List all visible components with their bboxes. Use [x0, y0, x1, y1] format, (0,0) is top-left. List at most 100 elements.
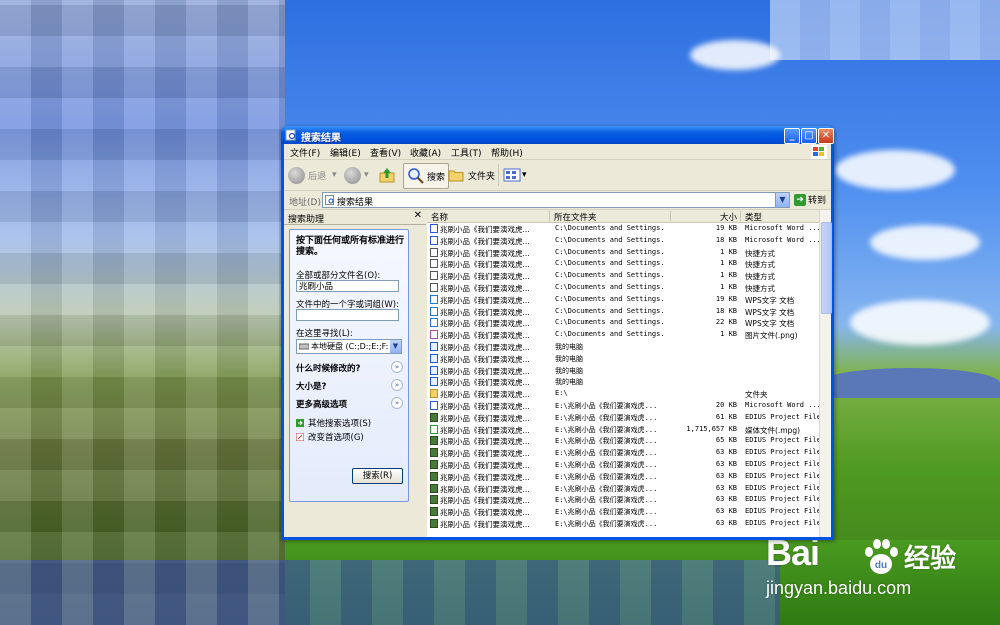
table-row[interactable]: 兆刷小品《我们要演戏虎... E:\兆刷小品《我们要演戏虎... 63 KB EDIU… [427, 483, 819, 495]
file-type: EDIUS Project File [745, 483, 819, 492]
table-row[interactable]: 兆刷小品《我们要演戏虎... C:\Documents and Settings.… [427, 329, 819, 341]
folders-label: 文件夹 [468, 171, 496, 182]
file-type: 快捷方式 [745, 283, 775, 293]
baidu-paw-logo-icon: du [865, 539, 898, 574]
menu-favorites[interactable]: 收藏(A) [410, 146, 441, 159]
column-header-size[interactable]: 大小 [671, 211, 741, 223]
when-modified-section[interactable]: 什么时候修改的? [296, 362, 360, 374]
svg-text:du: du [875, 560, 887, 571]
column-header-folder[interactable]: 所在文件夹 [550, 211, 671, 223]
column-header-name[interactable]: 名称 [427, 211, 550, 223]
table-row[interactable]: 兆刷小品《我们要演戏虎... C:\Documents and Settings.… [427, 282, 819, 294]
expand-chevron-icon[interactable]: » [391, 361, 403, 373]
search-toolbar-button[interactable]: 搜索 [403, 163, 450, 189]
file-name: 兆刷小品《我们要演戏虎... [440, 331, 530, 341]
file-folder: E:\兆刷小品《我们要演戏虎... [555, 401, 658, 410]
search-criteria-panel: 按下面任何或所有标准进行搜索。 全部或部分文件名(O): 兆刷小品 文件中的一个… [289, 229, 409, 502]
file-type: WPS文字 文档 [745, 295, 795, 305]
table-row[interactable]: 兆刷小品《我们要演戏虎... C:\Documents and Settings.… [427, 258, 819, 270]
minimize-button[interactable]: _ [784, 128, 800, 144]
filename-input[interactable]: 兆刷小品 [296, 280, 399, 292]
lookin-value: 本地硬盘 (C:;D:;E:;F: [311, 342, 389, 351]
close-button[interactable]: ✕ [818, 128, 834, 144]
file-folder: C:\Documents and Settings... [555, 318, 665, 327]
go-label: 转到 [808, 196, 827, 206]
file-folder: E:\兆刷小品《我们要演戏虎... [555, 484, 658, 493]
file-folder: E:\兆刷小品《我们要演戏虎... [555, 472, 658, 481]
file-size: 1 KB [720, 330, 737, 339]
table-row[interactable]: 兆刷小品《我们要演戏虎... C:\Documents and Settings.… [427, 235, 819, 247]
menu-tools[interactable]: 工具(T) [451, 146, 482, 159]
change-preferences-link[interactable]: 改变首选项(G) [296, 431, 364, 443]
table-row[interactable]: 兆刷小品《我们要演戏虎... C:\Documents and Settings.… [427, 306, 819, 318]
ie-link-icon [430, 377, 438, 387]
table-row[interactable]: 兆刷小品《我们要演戏虎... E:\兆刷小品《我们要演戏虎... 63 KB EDIU… [427, 459, 819, 471]
table-row[interactable]: 兆刷小品《我们要演戏虎... C:\Documents and Settings.… [427, 247, 819, 259]
other-search-options-link[interactable]: 其他搜索选项(S) [296, 417, 371, 429]
expand-chevron-icon[interactable]: » [391, 397, 403, 409]
cloud [835, 150, 955, 190]
table-row[interactable]: 兆刷小品《我们要演戏虎... C:\Documents and Settings.… [427, 294, 819, 306]
table-row[interactable]: 兆刷小品《我们要演戏虎... 我的电脑 [427, 341, 819, 353]
maximize-button[interactable]: □ [801, 128, 817, 144]
menu-help[interactable]: 帮助(H) [491, 146, 523, 159]
phrase-input[interactable] [296, 309, 399, 321]
advanced-options-section[interactable]: 更多高级选项 [296, 398, 347, 410]
table-row[interactable]: 兆刷小品《我们要演戏虎... E:\兆刷小品《我们要演戏虎... 1,715,657… [427, 424, 819, 436]
edius-project-icon [430, 518, 438, 528]
menu-file[interactable]: 文件(F) [290, 146, 320, 159]
table-row[interactable]: 兆刷小品《我们要演戏虎... E:\兆刷小品《我们要演戏虎... 20 KB Micr… [427, 400, 819, 412]
address-input[interactable]: 搜索结果 ▼ [322, 192, 790, 208]
scrollbar-thumb[interactable] [821, 222, 832, 314]
word-doc-icon [430, 224, 438, 233]
table-row[interactable]: 兆刷小品《我们要演戏虎... 我的电脑 [427, 376, 819, 388]
search-button[interactable]: 搜索(R) [352, 468, 403, 484]
file-type: 媒体文件(.mpg) [745, 425, 801, 435]
title-bar[interactable]: 搜索结果 _ □ ✕ [281, 126, 834, 144]
table-row[interactable]: 兆刷小品《我们要演戏虎... 我的电脑 [427, 353, 819, 365]
views-button[interactable]: ▾ [503, 163, 527, 187]
file-folder: C:\Documents and Settings... [555, 259, 665, 268]
search-window-icon [285, 129, 296, 141]
table-row[interactable]: 兆刷小品《我们要演戏虎... 我的电脑 [427, 365, 819, 377]
file-folder: C:\Documents and Settings... [555, 282, 665, 291]
expand-chevron-icon[interactable]: » [391, 379, 403, 391]
vertical-scrollbar[interactable] [819, 210, 832, 537]
table-row[interactable]: 兆刷小品《我们要演戏虎... E:\兆刷小品《我们要演戏虎... 63 KB EDIU… [427, 494, 819, 506]
file-folder: C:\Documents and Settings... [555, 306, 665, 315]
folders-button[interactable]: 文件夹 [448, 163, 495, 187]
file-folder: E:\兆刷小品《我们要演戏虎... [555, 425, 658, 434]
shortcut-icon [430, 259, 438, 269]
table-row[interactable]: 兆刷小品《我们要演戏虎... C:\Documents and Settings.… [427, 270, 819, 282]
baidu-jingyan-watermark: Bai du 经验 jingyan.baidu.com [766, 532, 996, 607]
go-button[interactable]: ➜ 转到 [794, 193, 826, 206]
file-name: 兆刷小品《我们要演戏虎... [440, 413, 530, 423]
table-row[interactable]: 兆刷小品《我们要演戏虎... E:\兆刷小品《我们要演戏虎... 63 KB EDIU… [427, 471, 819, 483]
file-size: 1 KB [720, 282, 737, 291]
table-row[interactable]: 兆刷小品《我们要演戏虎... E:\兆刷小品《我们要演戏虎... 63 KB EDIU… [427, 447, 819, 459]
table-row[interactable]: 兆刷小品《我们要演戏虎... C:\Documents and Settings.… [427, 223, 819, 235]
lookin-select[interactable]: 本地硬盘 (C:;D:;E:;F: ▼ [296, 339, 402, 354]
file-size: 63 KB [715, 495, 737, 504]
table-row[interactable]: 兆刷小品《我们要演戏虎... E:\兆刷小品《我们要演戏虎... 61 KB EDIU… [427, 412, 819, 424]
table-row[interactable]: 兆刷小品《我们要演戏虎... E:\兆刷小品《我们要演戏虎... 65 KB EDIU… [427, 435, 819, 447]
forward-button[interactable]: ▾ [344, 163, 369, 187]
back-button[interactable]: 后退 ▾ [288, 163, 337, 187]
menu-view[interactable]: 查看(V) [370, 146, 401, 159]
table-row[interactable]: 兆刷小品《我们要演戏虎... C:\Documents and Settings.… [427, 317, 819, 329]
column-header-type[interactable]: 类型 [741, 211, 819, 223]
toolbar-separator [498, 164, 499, 186]
file-size: 65 KB [715, 436, 737, 445]
chevron-down-icon[interactable]: ▼ [775, 193, 789, 207]
up-folder-button[interactable] [378, 163, 396, 187]
table-row[interactable]: 兆刷小品《我们要演戏虎... E:\兆刷小品《我们要演戏虎... 63 KB EDIU… [427, 518, 819, 530]
table-row[interactable]: 兆刷小品《我们要演戏虎... E:\兆刷小品《我们要演戏虎... 63 KB EDIU… [427, 506, 819, 518]
menu-edit[interactable]: 编辑(E) [330, 146, 361, 159]
file-name: 兆刷小品《我们要演戏虎... [440, 437, 530, 447]
close-icon[interactable]: ✕ [414, 210, 422, 221]
watermark-brand-suffix: 经验 [904, 544, 957, 574]
search-instructions: 按下面任何或所有标准进行搜索。 [296, 236, 405, 257]
size-section[interactable]: 大小是? [296, 380, 326, 392]
table-row[interactable]: 兆刷小品《我们要演戏虎... E:\ 文件夹 [427, 388, 819, 400]
file-size: 61 KB [715, 412, 737, 421]
